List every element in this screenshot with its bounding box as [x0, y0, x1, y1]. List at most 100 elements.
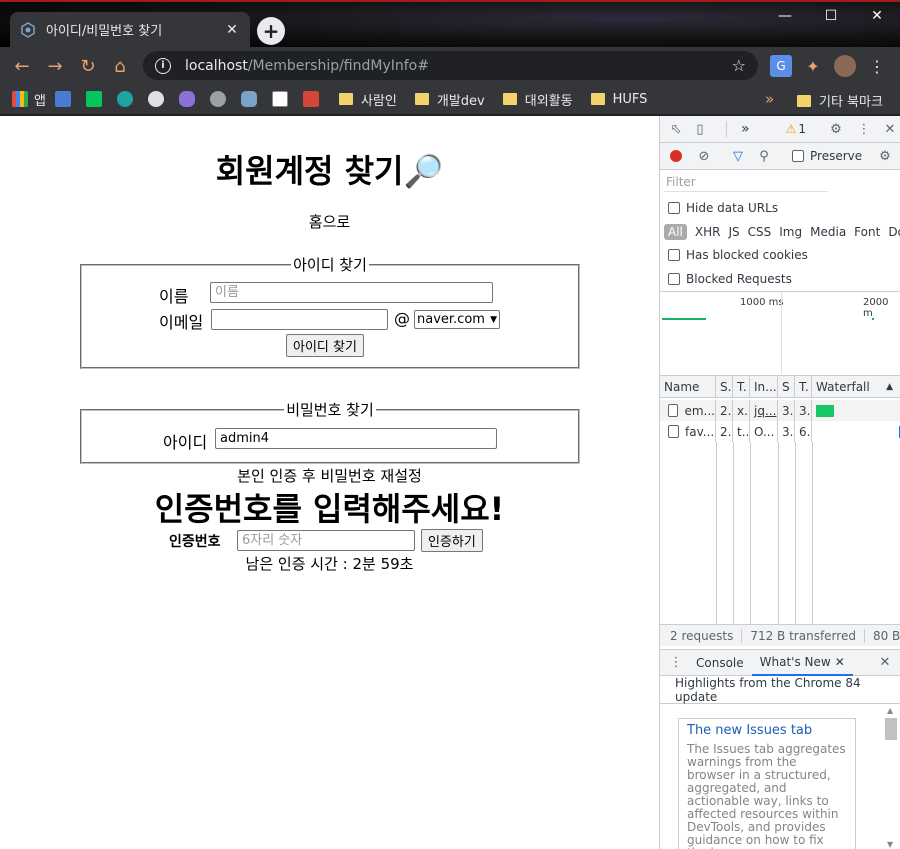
network-settings-icon[interactable]: ⚙ — [877, 148, 893, 164]
email-input[interactable] — [211, 309, 388, 330]
filter-funnel-icon[interactable]: ▽ — [730, 148, 746, 164]
card-title[interactable]: The new Issues tab — [687, 723, 847, 738]
verify-code-input[interactable] — [237, 530, 415, 551]
type-filter-js[interactable]: JS — [728, 225, 739, 239]
find-id-button[interactable]: 아이디 찾기 — [286, 334, 364, 357]
whats-new-card[interactable]: The new Issues tab The Issues tab aggreg… — [678, 718, 856, 849]
col-waterfall[interactable]: Waterfall ▲ — [812, 376, 900, 397]
devtools-menu-icon[interactable]: ⋮ — [856, 121, 872, 137]
hide-data-urls-row[interactable]: Hide data URLs — [660, 199, 900, 217]
record-icon[interactable] — [670, 150, 682, 162]
network-toolbar: ⊘ ▽ ⚲ Preserve ⚙ — [660, 143, 900, 170]
bookmark-edge[interactable] — [116, 91, 139, 107]
bookmark-gmail[interactable] — [302, 91, 325, 107]
type-filter-font[interactable]: Font — [854, 225, 880, 239]
scroll-thumb[interactable] — [885, 718, 897, 740]
id-label: 아이디 — [163, 433, 208, 452]
col-size[interactable]: S — [778, 376, 795, 397]
extensions-puzzle-icon[interactable]: ✦ — [802, 55, 824, 77]
bookmark-hexagon[interactable] — [240, 91, 263, 107]
hide-data-urls-checkbox[interactable] — [668, 202, 680, 214]
row-time: 3.. — [795, 400, 812, 421]
drawer-menu-icon[interactable]: ⋮ — [668, 655, 684, 671]
bookmark-folder-activities[interactable]: 대외활동 — [502, 90, 573, 109]
search-icon[interactable]: ⚲ — [756, 148, 772, 164]
browser-menu-icon[interactable]: ⋮ — [866, 55, 888, 77]
type-filter-media[interactable]: Media — [810, 225, 846, 239]
more-tabs-button[interactable]: » — [741, 121, 750, 137]
close-devtools-icon[interactable]: ✕ — [882, 121, 898, 137]
id-input[interactable] — [215, 428, 497, 449]
col-type[interactable]: T. — [733, 376, 750, 397]
bookmark-notion[interactable] — [271, 91, 294, 107]
close-tab-icon[interactable]: ✕ — [835, 655, 845, 669]
home-link[interactable]: 홈으로 — [0, 211, 659, 232]
blocked-cookies-label: Has blocked cookies — [686, 248, 808, 262]
close-drawer-icon[interactable]: ✕ — [877, 655, 893, 671]
browser-tab[interactable]: 아이디/비밀번호 찾기 ✕ — [10, 12, 250, 47]
drawer-scrollbar[interactable]: ▲ ▼ — [884, 706, 898, 849]
home-icon[interactable]: ⌂ — [108, 54, 132, 78]
filter-input[interactable]: Filter — [664, 175, 828, 192]
waterfall-bar — [816, 404, 834, 417]
inspect-element-icon[interactable]: ⬁ — [668, 121, 684, 137]
clear-icon[interactable]: ⊘ — [696, 148, 712, 164]
warning-icon[interactable]: ⚠ — [786, 122, 797, 136]
address-bar[interactable]: i localhost/Membership/findMyInfo# ☆ — [143, 51, 758, 80]
close-window-icon[interactable]: ✕ — [854, 0, 900, 32]
device-toolbar-icon[interactable]: ▯ — [692, 121, 708, 137]
email-domain-select[interactable]: naver.com ▼ — [414, 310, 500, 329]
type-filter-img[interactable]: Img — [779, 225, 802, 239]
type-filter-xhr[interactable]: XHR — [695, 225, 721, 239]
col-name[interactable]: Name — [660, 376, 716, 397]
blocked-requests-row[interactable]: Blocked Requests — [660, 270, 900, 288]
bookmarks-overflow-icon[interactable]: » — [765, 90, 774, 108]
bookmark-tistory[interactable] — [54, 91, 77, 107]
scroll-up-icon[interactable]: ▲ — [887, 706, 893, 715]
blocked-requests-checkbox[interactable] — [668, 273, 680, 285]
verify-note: 본인 인증 후 비밀번호 재설정 — [237, 467, 422, 485]
row-status: 2.. — [716, 421, 733, 442]
blocked-cookies-checkbox[interactable] — [668, 249, 680, 261]
bookmark-github[interactable] — [209, 91, 232, 107]
tab-whats-new[interactable]: What's New ✕ — [751, 649, 853, 676]
maximize-icon[interactable]: ☐ — [808, 0, 854, 32]
table-row[interactable]: em... 2.. x.. jq... 3.. 3.. — [660, 400, 900, 421]
settings-gear-icon[interactable]: ⚙ — [828, 121, 844, 137]
blocked-cookies-row[interactable]: Has blocked cookies — [660, 246, 900, 264]
col-time[interactable]: T. — [795, 376, 812, 397]
bookmark-label: 앱 — [34, 93, 46, 109]
bookmark-face[interactable] — [147, 91, 170, 107]
tab-close-icon[interactable]: ✕ — [224, 22, 240, 38]
type-filter-doc[interactable]: Do — [888, 225, 900, 239]
table-row[interactable]: fav... 2.. t... O... 3.. 6.. — [660, 421, 900, 442]
bookmark-folder-dev[interactable]: 개발dev — [414, 90, 485, 109]
type-filter-css[interactable]: CSS — [748, 225, 772, 239]
type-filter-all[interactable]: All — [664, 224, 687, 240]
bookmark-folder-saramin[interactable]: 사람인 — [338, 90, 397, 109]
bookmark-naver[interactable] — [85, 91, 108, 107]
back-arrow-icon[interactable]: ← — [10, 54, 34, 78]
col-initiator[interactable]: In... — [750, 376, 778, 397]
bookmark-hand[interactable] — [178, 91, 201, 107]
minimize-icon[interactable]: — — [762, 0, 808, 32]
row-initiator[interactable]: jq... — [750, 400, 778, 421]
reload-icon[interactable]: ↻ — [76, 54, 100, 78]
translate-extension-icon[interactable]: G — [770, 55, 792, 77]
tab-console[interactable]: Console — [688, 649, 752, 676]
verify-button[interactable]: 인증하기 — [421, 529, 483, 552]
forward-arrow-icon[interactable]: → — [43, 54, 67, 78]
folder-icon — [590, 93, 605, 105]
bookmark-apps[interactable]: 앱 — [12, 90, 46, 109]
profile-avatar[interactable] — [834, 55, 856, 77]
preserve-log-checkbox[interactable] — [792, 150, 804, 162]
hide-data-urls-label: Hide data URLs — [686, 201, 779, 215]
new-tab-button[interactable]: + — [257, 17, 285, 45]
bookmark-star-icon[interactable]: ☆ — [732, 56, 746, 75]
scroll-down-icon[interactable]: ▼ — [887, 840, 893, 849]
col-status[interactable]: S. — [716, 376, 733, 397]
bookmark-folder-hufs[interactable]: HUFS — [590, 92, 647, 107]
site-info-icon[interactable]: i — [155, 57, 171, 74]
name-input[interactable] — [210, 282, 493, 303]
other-bookmarks[interactable]: 기타 북마크 — [797, 91, 883, 110]
